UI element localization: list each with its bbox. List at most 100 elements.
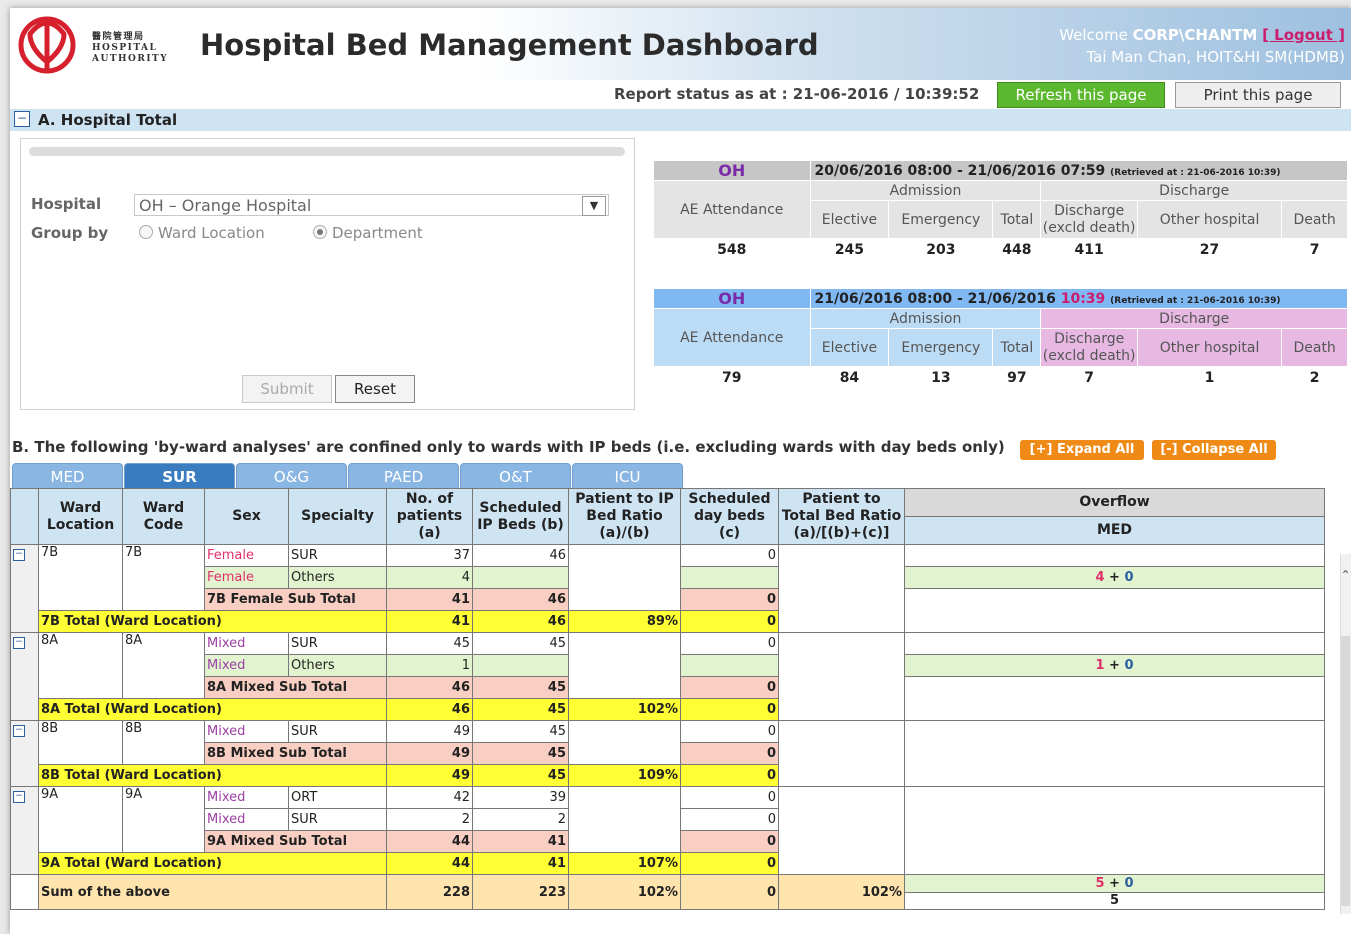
collapse-all-button[interactable]: [-] Collapse All (1152, 440, 1276, 460)
user-info: Welcome CORP\CHANTM [ Logout ] Tai Man C… (1059, 24, 1345, 68)
section-a-header[interactable]: − A. Hospital Total (10, 109, 1351, 131)
chevron-down-icon[interactable]: ▼ (582, 196, 606, 216)
ip-beds-cell: 45 (472, 698, 569, 721)
print-button[interactable]: Print this page (1175, 82, 1341, 108)
overflow-cell (904, 588, 1325, 633)
day-beds-cell: 0 (680, 852, 779, 875)
patients-cell: 46 (386, 698, 473, 721)
scroll-up-icon[interactable]: ⌃ (1340, 568, 1351, 582)
sex-cell: Mixed (204, 786, 289, 809)
period-header-today: 21/06/2016 08:00 - 21/06/2016 10:39 (Ret… (809, 288, 1349, 309)
stats-table-today: OH 21/06/2016 08:00 - 21/06/2016 10:39 (… (653, 288, 1349, 389)
ip-beds-cell: 45 (472, 764, 569, 787)
elective-value-today: 84 (809, 366, 890, 389)
ae-label-today: AE Attendance (653, 308, 811, 367)
expand-all-button[interactable]: [+] Expand All (1020, 440, 1144, 460)
elective-label-today: Elective (809, 328, 890, 367)
admission-label-today: Admission (809, 308, 1042, 329)
sum-overflow-count: 5 (1095, 876, 1105, 891)
death-label: Death (1281, 200, 1348, 239)
subtotal-label: 7B Female Sub Total (204, 588, 387, 611)
tab-sur[interactable]: SUR (124, 463, 235, 491)
row-toggle-cell: − (10, 632, 39, 721)
ae-value-today: 79 (653, 366, 811, 389)
radio-ward-location[interactable]: Ward Location (139, 224, 265, 242)
tab-paed[interactable]: PAED (348, 463, 459, 491)
day-beds-cell: 0 (680, 544, 779, 567)
ward-code-header: Ward Code (122, 488, 205, 545)
logout-link[interactable]: [ Logout ] (1262, 26, 1345, 44)
sex-cell: Female (204, 566, 289, 589)
collapse-icon[interactable]: − (13, 791, 25, 803)
subtotal-label: 9A Mixed Sub Total (204, 830, 387, 853)
period-text: 20/06/2016 08:00 - 21/06/2016 07:59 (814, 162, 1106, 179)
sum-label: Sum of the above (38, 874, 387, 910)
patients-cell: 42 (386, 786, 473, 809)
total-ratio-cell (778, 720, 905, 787)
day-beds-cell: 0 (680, 610, 779, 633)
day-beds-cell: 0 (680, 588, 779, 611)
emergency-label-today: Emergency (888, 328, 994, 367)
scrollbar-thumb[interactable] (1341, 636, 1350, 906)
sex-header: Sex (204, 488, 289, 545)
sum-overflow-breakdown: 5 + 0 (905, 875, 1324, 893)
group-by-label: Group by (31, 224, 109, 242)
ip-beds-cell (472, 654, 569, 677)
collapse-icon[interactable]: − (13, 637, 25, 649)
ip-ratio-cell (568, 544, 681, 611)
hospital-select[interactable]: OH – Orange Hospital ▼ (134, 194, 609, 216)
sum-patients: 228 (386, 874, 473, 910)
row-toggle-cell: − (10, 720, 39, 787)
collapse-icon[interactable]: − (13, 725, 25, 737)
ward-location-cell: 8B (38, 720, 123, 765)
day-beds-header: Scheduled day beds (c) (680, 488, 779, 545)
ip-beds-cell: 45 (472, 632, 569, 655)
page-title: Hospital Bed Management Dashboard (200, 28, 819, 62)
overflow-count: 4 (1095, 570, 1105, 585)
total-ratio-cell (778, 632, 905, 721)
organization-name: 醫院管理局 HOSPITAL AUTHORITY (92, 32, 168, 65)
overflow-cell (904, 544, 1325, 567)
ip-beds-cell: 45 (472, 720, 569, 743)
day-beds-cell: 0 (680, 632, 779, 655)
reset-button[interactable]: Reset (335, 375, 415, 403)
org-chinese: 醫院管理局 (92, 32, 145, 42)
elective-label: Elective (809, 200, 890, 239)
ward-code-cell: 7B (122, 544, 205, 611)
user-name: Tai Man Chan, HOIT&HI SM(HDMB) (1086, 48, 1345, 66)
refresh-button[interactable]: Refresh this page (997, 82, 1165, 108)
emergency-value-today: 13 (888, 366, 994, 389)
submit-button[interactable]: Submit (242, 375, 332, 403)
specialty-cell: SUR (288, 808, 387, 831)
patients-cell: 49 (386, 764, 473, 787)
radio-ward-label: Ward Location (158, 224, 265, 242)
collapse-icon[interactable]: − (13, 549, 25, 561)
sex-cell: Mixed (204, 632, 289, 655)
welcome-prefix: Welcome (1059, 26, 1128, 44)
tab-og[interactable]: O&G (236, 463, 347, 491)
other-hospital-label-today: Other hospital (1136, 328, 1283, 367)
ip-beds-cell: 46 (472, 544, 569, 567)
total-value: 448 (992, 238, 1042, 261)
filter-panel: Hospital OH – Orange Hospital ▼ Group by… (20, 138, 635, 410)
hospital-authority-logo (18, 16, 76, 74)
retrieved-text: (Retrieved at : 21-06-2016 10:39) (1110, 167, 1281, 178)
ip-ratio-header: Patient to IP Bed Ratio (a)/(b) (568, 488, 681, 545)
total-label: 9A Total (Ward Location) (38, 852, 387, 875)
section-a-title: A. Hospital Total (38, 111, 178, 129)
radio-department[interactable]: Department (313, 224, 423, 242)
sex-cell: Mixed (204, 808, 289, 831)
discharge-label-today: Discharge (1040, 308, 1348, 329)
day-beds-cell (680, 566, 779, 589)
org-line2: AUTHORITY (92, 54, 169, 64)
radio-selected-icon (313, 225, 327, 239)
tab-med[interactable]: MED (12, 463, 123, 491)
patients-cell: 49 (386, 742, 473, 765)
tab-icu[interactable]: ICU (572, 463, 683, 491)
collapse-icon[interactable]: − (14, 111, 30, 127)
plus-sign: + (1109, 658, 1120, 673)
progress-bar (29, 147, 625, 156)
death-value-today: 2 (1281, 366, 1348, 389)
overflow-cell (904, 786, 1325, 875)
tab-ot[interactable]: O&T (460, 463, 571, 491)
